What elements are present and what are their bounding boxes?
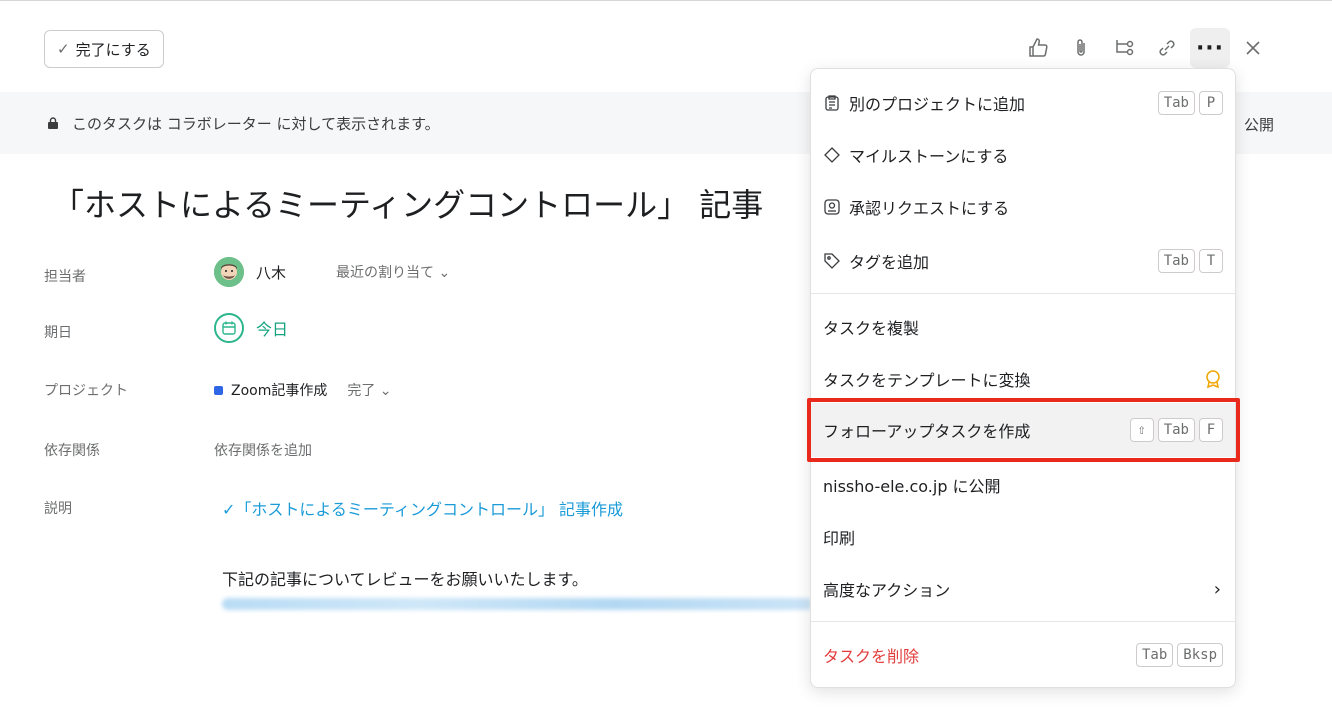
dependencies-field[interactable]: 依存関係を追加 [214,440,312,460]
assignee-name: 八木 [256,263,287,282]
due-date-field[interactable]: 今日 [214,313,288,343]
due-date-label: 期日 [44,325,72,341]
avatar-face-icon [214,257,244,287]
thumbs-up-icon [1029,38,1048,57]
highlight-box [807,398,1240,462]
menu-item-label: 別のプロジェクトに追加 [849,95,1026,114]
menu-item-publish-domain[interactable]: nissho-ele.co.jp に公開 [811,465,1235,505]
menu-item-label: タスクをテンプレートに変換 [823,371,1031,390]
chevron-right-icon: › [1213,579,1221,600]
project-color-dot [214,385,223,395]
menu-item-convert-template[interactable]: タスクをテンプレートに変換 [811,359,1235,399]
approval-icon [823,198,841,216]
make-public-link[interactable]: 公開 [1244,114,1274,135]
description-link-row[interactable]: ✓「ホストによるミーティングコントロール」 記事作成 [222,496,623,520]
shortcut-keys: Tab Bksp [1135,643,1223,667]
project-name[interactable]: Zoom記事作成 [231,380,327,400]
avatar [214,257,244,287]
menu-item-print[interactable]: 印刷 [811,517,1235,557]
tag-icon [823,252,841,270]
project-label: プロジェクト [44,383,128,399]
menu-item-make-milestone[interactable]: マイルストーンにする [811,135,1235,175]
menu-item-label: 印刷 [823,529,856,548]
menu-item-label: タスクを複製 [823,319,920,338]
more-actions-button[interactable]: ··· [1190,28,1230,68]
more-actions-menu: 別のプロジェクトに追加 Tab P マイルストーンにする 承認リクエストにする … [810,68,1236,688]
menu-divider [811,293,1235,294]
menu-item-duplicate[interactable]: タスクを複製 [811,307,1235,347]
subtask-icon [1116,40,1134,56]
key-tab: Tab [1157,91,1195,115]
description-task-link[interactable]: ✓「ホストによるミーティングコントロール」 記事作成 [222,496,623,520]
key-t: T [1199,249,1223,273]
menu-item-label: 承認リクエストにする [849,199,1010,218]
mark-complete-label: 完了にする [75,40,151,59]
visibility-text: このタスクは コラボレーター に対して表示されます。 [72,114,440,133]
paperclip-icon [1077,39,1085,56]
key-backspace: Bksp [1177,643,1223,667]
mark-complete-button[interactable]: ✓ 完了にする [44,30,164,68]
blurred-url [222,598,812,610]
menu-item-label: タスクを削除 [823,647,920,666]
menu-item-make-approval[interactable]: 承認リクエストにする [811,187,1235,227]
close-button[interactable] [1233,28,1273,68]
calendar-icon [214,313,244,343]
menu-item-delete-task[interactable]: タスクを削除 Tab Bksp [811,635,1235,675]
menu-item-label: タグを追加 [849,253,930,272]
add-subtask-button[interactable] [1104,28,1144,68]
window-top-edge [0,0,1332,8]
description-body[interactable]: 下記の記事についてレビューをお願いいたします。 [222,566,588,590]
clipboard-icon [823,94,841,112]
menu-divider [811,621,1235,622]
add-dependency-link[interactable]: 依存関係を追加 [214,440,312,460]
copy-link-button[interactable] [1147,28,1187,68]
key-tab: Tab [1157,249,1195,273]
check-icon: ✓ [57,40,70,58]
project-field[interactable]: Zoom記事作成 完了 ⌄ [214,380,392,400]
assignee-label: 担当者 [44,269,86,285]
shortcut-keys: Tab T [1157,249,1223,273]
menu-item-advanced-actions[interactable]: 高度なアクション › [811,569,1235,609]
menu-item-add-to-project[interactable]: 別のプロジェクトに追加 Tab P [811,83,1235,123]
lock-icon [48,117,58,129]
menu-item-label: 高度なアクション [823,581,951,600]
project-section-dropdown[interactable]: 完了 ⌄ [347,380,391,400]
assignee-field[interactable]: 八木 最近の割り当て ⌄ [214,257,450,287]
shortcut-keys: Tab P [1157,91,1223,115]
key-p: P [1199,91,1223,115]
task-title[interactable]: 「ホストによるミーティングコントロール」 記事 [52,180,763,226]
like-button[interactable] [1018,28,1058,68]
menu-item-label: nissho-ele.co.jp に公開 [823,477,1001,496]
recent-assignments-dropdown[interactable]: 最近の割り当て ⌄ [336,262,450,282]
premium-badge-icon [1206,370,1220,389]
key-tab: Tab [1135,643,1174,667]
diamond-icon [823,146,841,164]
menu-item-add-tag[interactable]: タグを追加 Tab T [811,241,1235,281]
toolbar-icon-group: ··· [1018,28,1276,68]
menu-item-label: マイルストーンにする [849,147,1009,166]
more-icon: ··· [1195,35,1225,61]
dependencies-label: 依存関係 [44,443,100,459]
attach-button[interactable] [1061,28,1101,68]
due-date-value: 今日 [256,320,289,339]
description-label: 説明 [44,501,72,517]
link-icon [1159,40,1175,56]
close-icon [1246,41,1260,55]
